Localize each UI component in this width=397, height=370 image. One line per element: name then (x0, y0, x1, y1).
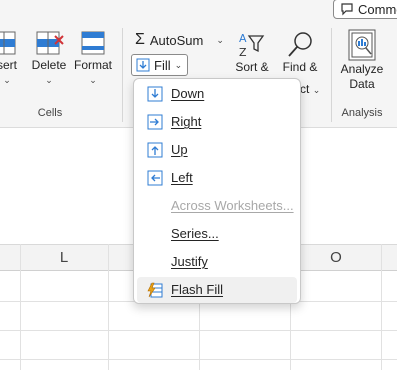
sort-filter-icon: A Z (239, 32, 265, 59)
arrow-down-box-icon (147, 86, 163, 102)
comments-label: Comme (358, 1, 397, 17)
chevron-down-icon: ⌄ (3, 75, 11, 85)
fill-dropdown-menu: Down Right Up Left Across Worksheets... … (133, 78, 301, 304)
grid-line (108, 244, 109, 370)
comments-button[interactable]: Comme (333, 0, 397, 19)
menu-item-left[interactable]: Left (137, 165, 297, 191)
arrow-left-box-icon (147, 170, 163, 186)
chevron-down-icon: ⌄ (174, 59, 183, 70)
fill-down-icon (136, 58, 150, 72)
insert-button[interactable]: sert ⌄ (0, 28, 22, 88)
find-label: Find & (282, 60, 318, 74)
menu-item-label: Down (171, 86, 205, 101)
format-label: Format (73, 58, 112, 72)
fill-label: Fill (154, 57, 171, 73)
insert-label: sert (0, 58, 17, 72)
menu-item-up[interactable]: Up (137, 137, 297, 163)
menu-item-justify[interactable]: Justify (137, 249, 297, 275)
flash-fill-icon (147, 282, 163, 298)
comment-icon (341, 3, 353, 16)
analyze-label-line2: Data (349, 77, 375, 91)
analyze-data-button[interactable]: Analyze Data (337, 28, 387, 92)
search-icon (288, 32, 312, 57)
menu-item-series[interactable]: Series... (137, 221, 297, 247)
fill-button[interactable]: Fill ⌄ (131, 54, 188, 76)
sigma-icon: Σ (135, 31, 145, 48)
group-separator (331, 28, 332, 122)
sort-label: Sort & (235, 60, 269, 74)
delete-label: Delete (31, 58, 67, 72)
menu-item-label: Right (171, 114, 202, 129)
menu-item-label: Across Worksheets... (171, 198, 294, 213)
menu-item-across-worksheets: Across Worksheets... (137, 193, 297, 219)
chevron-down-icon: ⌄ (89, 75, 97, 85)
arrow-right-box-icon (147, 114, 163, 130)
sort-filter-button[interactable]: A Z Sort & (232, 30, 272, 75)
column-header-o[interactable]: O (292, 245, 380, 270)
svg-text:Z: Z (239, 46, 247, 59)
arrow-up-box-icon (147, 142, 163, 158)
find-label-line2: ct (300, 82, 310, 96)
menu-item-flash-fill[interactable]: Flash Fill (137, 277, 297, 303)
chevron-down-icon: ⌄ (312, 85, 321, 95)
find-select-button[interactable]: Find & ct ⌄ (278, 30, 322, 96)
delete-cells-icon (36, 31, 64, 55)
format-button[interactable]: Format ⌄ (72, 28, 114, 88)
svg-text:A: A (239, 32, 247, 45)
delete-button[interactable]: Delete ⌄ (30, 28, 68, 88)
format-cells-icon (81, 31, 105, 55)
menu-item-down[interactable]: Down (137, 81, 297, 107)
chevron-down-icon: ⌄ (45, 75, 53, 85)
autosum-button[interactable]: Σ AutoSum ⌄ (135, 31, 224, 49)
analyze-label-line1: Analyze (340, 62, 384, 76)
grid-line (0, 330, 397, 331)
analysis-group-label: Analysis (341, 107, 383, 119)
group-separator (122, 28, 123, 122)
analyze-data-icon (348, 29, 376, 61)
insert-cells-icon (0, 31, 16, 55)
menu-item-label: Up (171, 142, 188, 157)
menu-item-right[interactable]: Right (137, 109, 297, 135)
column-header-l[interactable]: L (20, 245, 108, 270)
menu-item-label: Flash Fill (171, 282, 224, 297)
chevron-down-icon: ⌄ (216, 34, 224, 45)
grid-line (0, 359, 397, 360)
menu-item-label: Series... (171, 226, 219, 241)
autosum-label: AutoSum (149, 32, 204, 48)
menu-item-label: Left (171, 170, 193, 185)
grid-line (381, 244, 382, 370)
grid-line (20, 244, 21, 370)
cells-group-label: Cells (37, 107, 63, 119)
menu-item-label: Justify (171, 254, 208, 269)
